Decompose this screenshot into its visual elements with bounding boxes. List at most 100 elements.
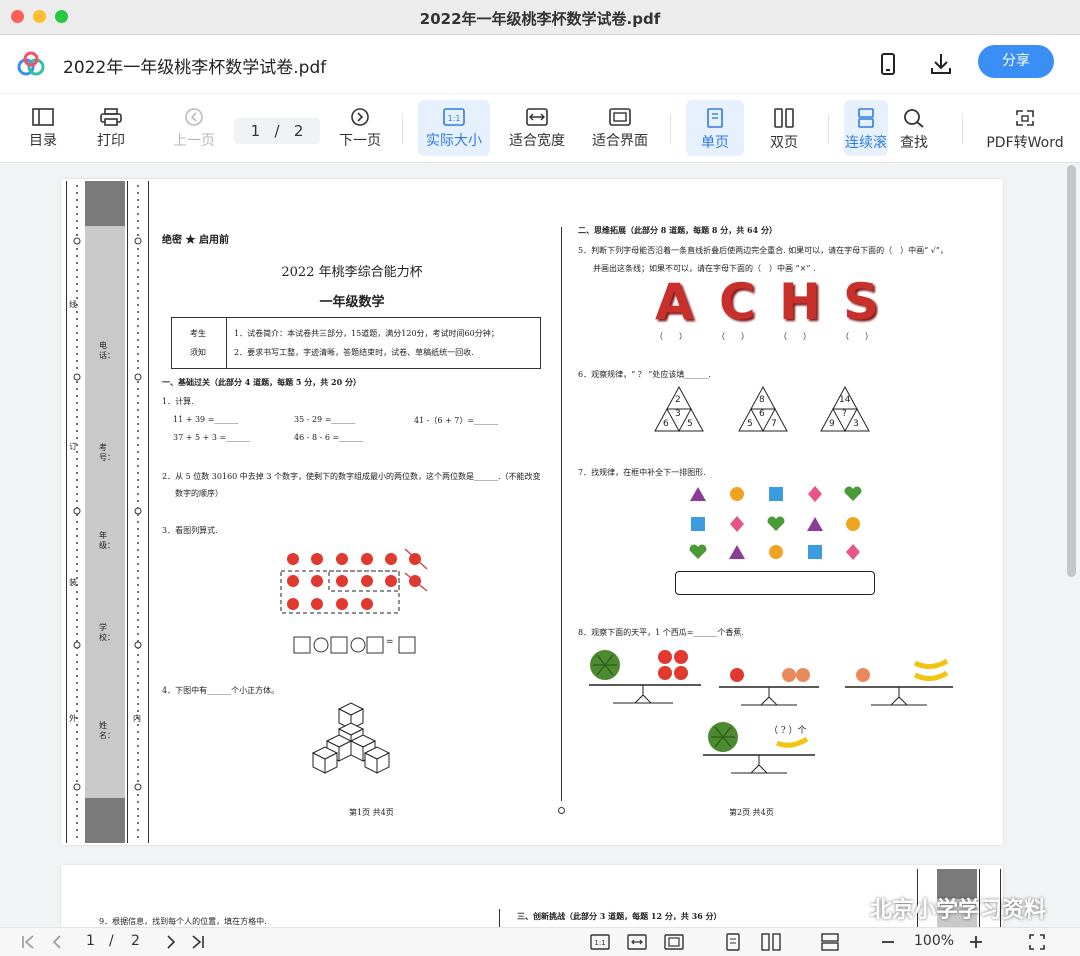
tri1-left: 6 [663,419,669,429]
fit-width-small-icon[interactable] [627,932,647,952]
secret-label: 绝密 ★ 启用前 [162,235,229,246]
page-1-footer: 第1页 共4页 [349,808,394,817]
q1-item-a: 11 + 39 =______ [173,415,239,424]
prev-page-icon[interactable] [50,932,64,952]
double-page-small-icon[interactable] [761,932,781,952]
page-2-footer: 第2页 共4页 [729,808,774,817]
binding-word-pack: 装 [69,578,77,587]
first-page-icon[interactable] [20,932,36,952]
print-label: 打印 [97,133,125,149]
letter-s-paren: （ ） [841,332,873,341]
shape-pattern-grid [689,486,862,560]
single-page-button[interactable]: 单页 [686,100,744,156]
status-total-pages: 2 [131,933,140,949]
document-viewer[interactable]: 线 订 装 外 电话： 考号： 年级： 学校： 姓名： 内 绝密 ★ 启用前 2… [0,163,1080,927]
section-3-heading: 三、创新挑战（此部分 3 道题，每题 12 分，共 36 分） [517,911,722,921]
phone-icon[interactable] [875,51,901,77]
file-name: 2022年一年级桃李杯数学试卷.pdf [63,58,327,78]
balance-scale-3 [845,658,953,706]
question-2: 2．从 5 位数 30160 中去掉 3 个数字，使剩下的数字组成最小的两位数，… [162,472,541,481]
double-page-button[interactable]: 双页 [758,100,810,156]
notice-box: 考生 须知 1．试卷简介：本试卷共三部分，15道题，满分120分，考试时间60分… [171,317,541,369]
zoom-in-icon[interactable] [968,932,984,952]
fit-page-button[interactable]: 适合界面 [586,100,654,156]
fit-width-label: 适合宽度 [509,133,565,149]
tri1-center: 3 [675,409,681,419]
window-titlebar: 2022年一年级桃李杯数学试卷.pdf [0,0,1080,35]
actual-size-button[interactable]: 1:1 实际大小 [418,100,490,156]
fit-width-button[interactable]: 适合宽度 [504,100,570,156]
question-5: 5．判断下列字母能否沿着一条直线折叠后使两边完全重合. 如果可以，请在字母下面的… [578,246,948,255]
question-9: 9．根据信息，找到每个人的位置，填在方格中. [99,917,267,926]
find-label: 查找 [900,135,928,151]
binding-word-outer: 外 [69,714,77,723]
double-page-icon [774,108,794,128]
circle-chevron-left-icon [185,108,203,126]
continuous-scroll-label: 连续滚 [845,135,887,151]
actual-size-label: 实际大小 [426,133,482,149]
continuous-small-icon[interactable] [820,932,840,952]
binding-label-name: 姓名： [99,721,115,740]
binding-inner-strip [127,181,149,843]
last-page-icon[interactable] [190,932,206,952]
next-page-button[interactable]: 下一页 [334,100,386,156]
total-pages: 2 [293,122,304,140]
next-page-label: 下一页 [339,133,381,149]
next-page-icon[interactable] [164,932,178,952]
search-icon [904,109,924,128]
single-page-small-icon[interactable] [724,932,742,952]
fit-page-label: 适合界面 [592,133,648,149]
notice-item-1: 1．试卷简介：本试卷共三部分，15道题，满分120分，考试时间60分钟； [234,329,499,338]
equation-boxes [293,636,416,654]
toc-icon [32,108,54,126]
binding-gray-strip: 电话： 考号： 年级： 学校： 姓名： [85,181,125,843]
apples-picture [280,548,428,614]
divider-dot [558,807,565,814]
letter-h-paren: （ ） [779,332,811,341]
download-icon[interactable] [928,51,954,77]
status-current-page[interactable]: 1 [86,933,95,953]
question-7: 7．找规律，在框中补全下一排图形. [578,468,706,477]
continuous-scroll-button[interactable]: 连续滚 [844,100,888,156]
page-separator: / [274,122,280,140]
binding-word-bind: 订 [69,442,77,451]
zoom-level[interactable]: 100% [914,933,954,953]
page-number-input[interactable]: 1 / 2 [234,118,320,144]
app-header: 2022年一年级桃李杯数学试卷.pdf 分享 [0,35,1080,93]
find-button[interactable]: 查找 [890,100,938,156]
wechat-icon [836,900,863,919]
q1-item-d: 37 + 5 + 3 =______ [173,433,251,442]
binding-word-inner: 内 [133,714,141,723]
tri1-right: 5 [687,419,693,429]
question-4: 4．下图中有______个小正方体。 [162,686,280,695]
q8-unknown-count: （ ? ）个 [769,726,807,736]
notice-label-cell: 考生 须知 [172,318,227,368]
print-button[interactable]: 打印 [86,100,136,156]
binding-label-phone: 电话： [99,341,115,360]
exam-subtitle: 一年级数学 [319,295,385,310]
letter-h: H [779,273,821,331]
prev-page-label: 上一页 [173,133,215,149]
fit-page-small-icon[interactable] [664,932,684,952]
share-button[interactable]: 分享 [978,45,1054,78]
toolbar-divider [402,114,403,144]
actual-size-small-icon[interactable]: 1:1 [590,932,610,952]
balance-scale-2 [719,668,819,706]
continuous-scroll-icon [858,108,874,128]
pdf-to-word-button[interactable]: PDF转Word [980,100,1070,156]
toc-button[interactable]: 目录 [18,100,68,156]
tri3-right: 3 [853,419,859,429]
tri2-left: 5 [747,419,753,429]
notice-item-2: 2．要求书写工整，字迹清晰，答题结束时，试卷、草稿纸统一回收. [234,348,474,357]
single-page-icon [707,108,723,128]
letter-a-paren: （ ） [655,332,687,341]
vertical-scrollbar[interactable] [1067,165,1076,577]
tri2-center: 6 [759,409,765,419]
tri1-top: 2 [675,395,681,405]
app-logo-icon [17,51,45,76]
fullscreen-icon[interactable] [1028,932,1046,952]
tri3-center: ? [842,409,847,419]
zoom-out-icon[interactable] [880,932,896,952]
prev-page-button[interactable]: 上一页 [166,100,222,156]
current-page: 1 [250,122,261,140]
